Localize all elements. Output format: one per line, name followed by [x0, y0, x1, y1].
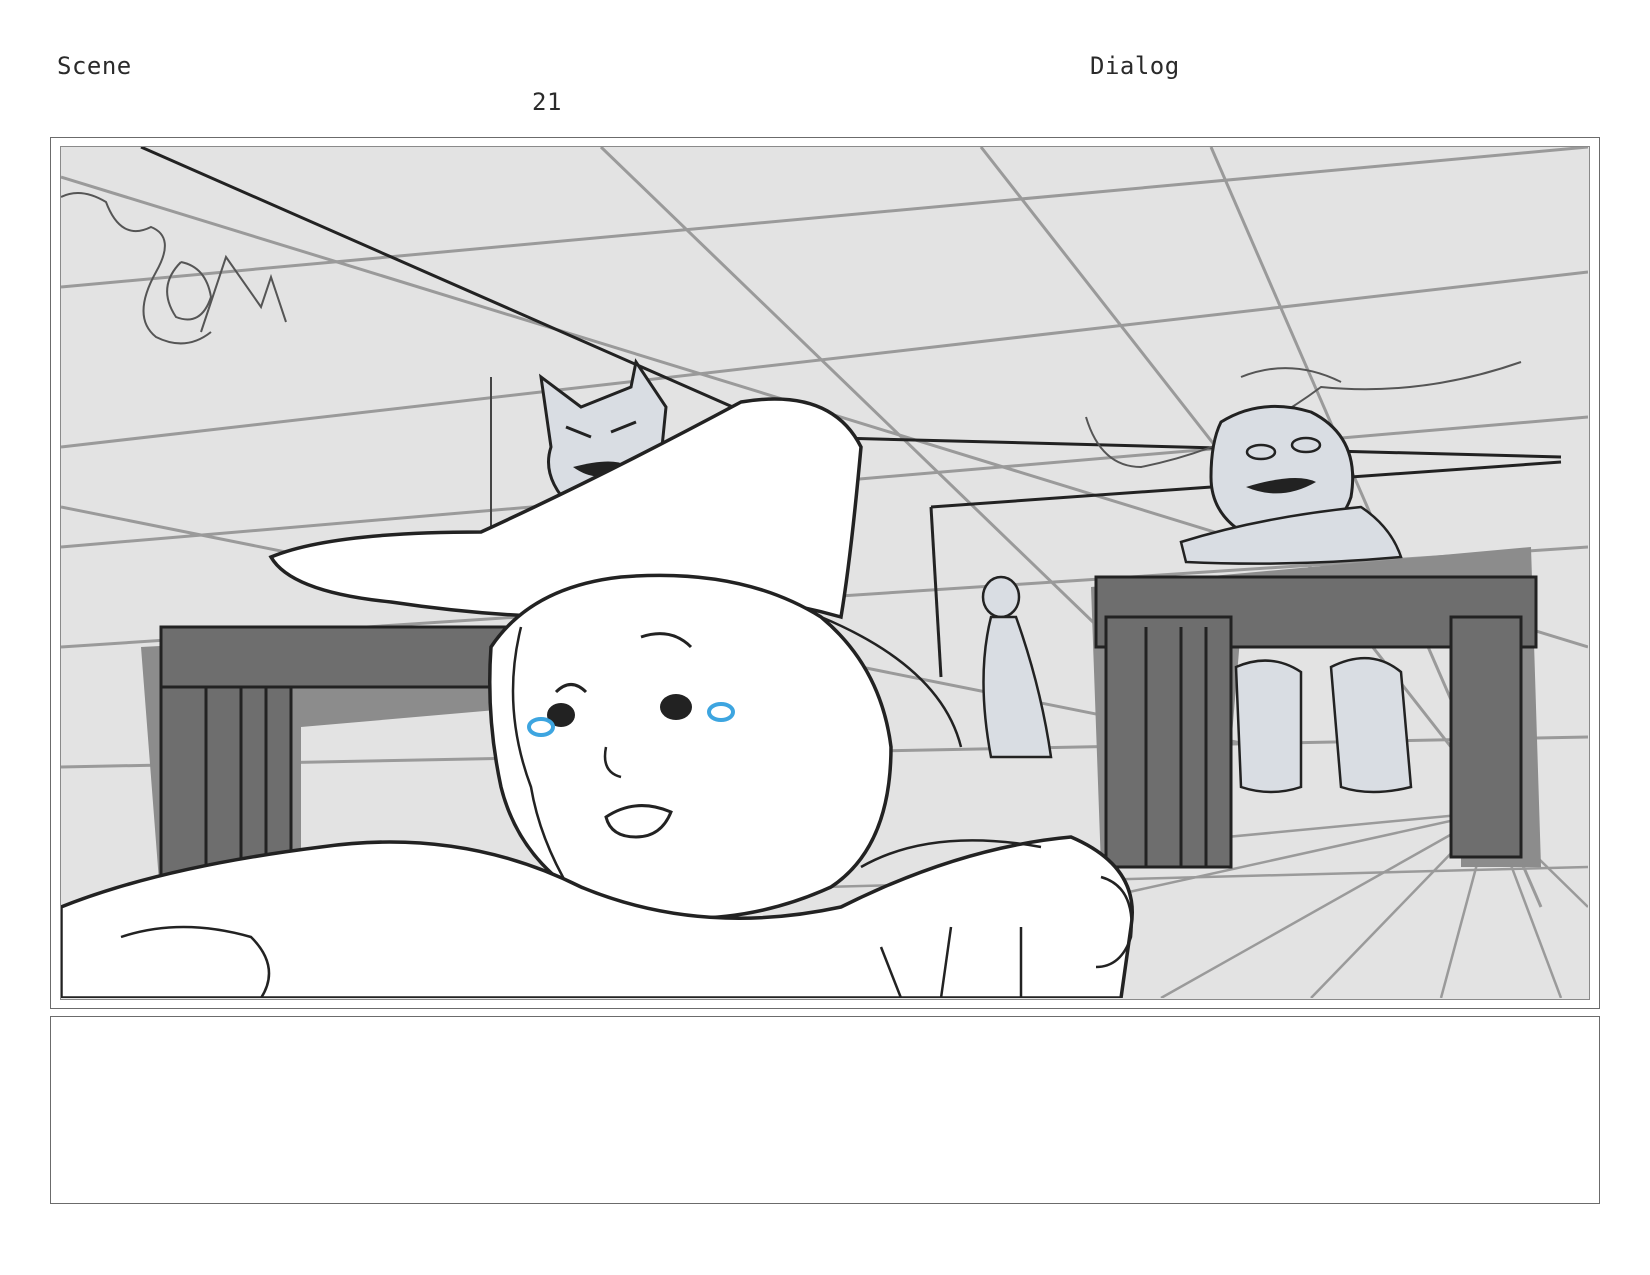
storyboard-sketch [60, 146, 1590, 1000]
classroom-sketch-illustration [61, 147, 1588, 998]
panel-notes-box[interactable] [50, 1016, 1600, 1204]
dialog-label: Dialog [1090, 52, 1180, 80]
scene-label: Scene [57, 52, 132, 80]
panel-number: 21 [532, 88, 562, 116]
storyboard-panel-frame [50, 137, 1600, 1009]
